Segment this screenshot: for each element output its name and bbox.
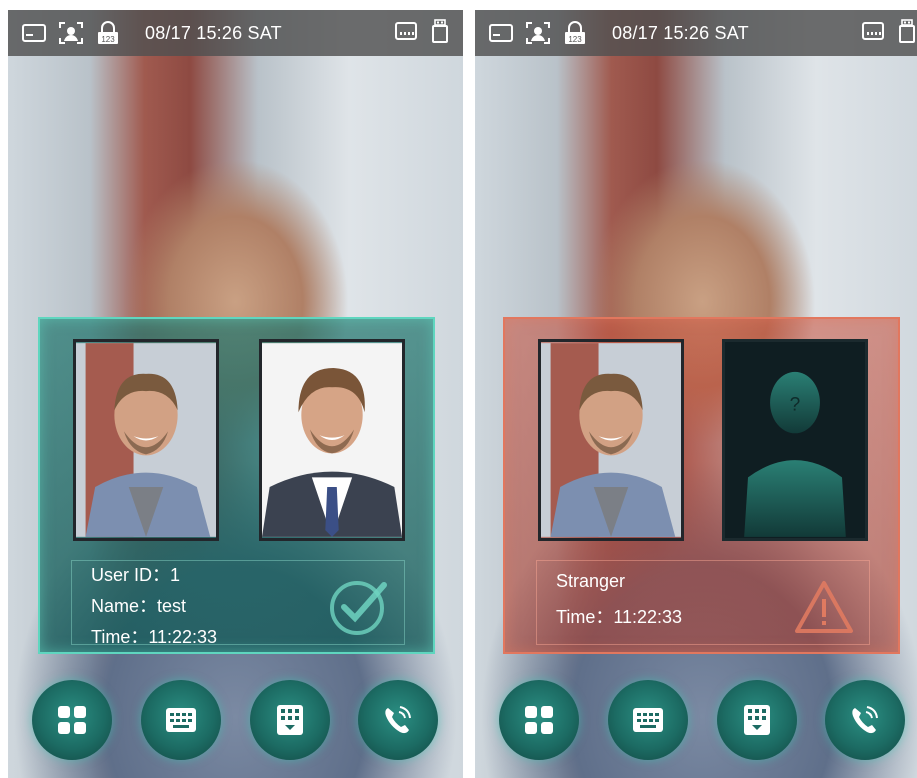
menu-icon bbox=[525, 706, 553, 734]
svg-text:123: 123 bbox=[568, 35, 582, 44]
captured-face-photo bbox=[73, 339, 219, 541]
call-icon bbox=[852, 706, 878, 734]
stranger-label: Stranger bbox=[556, 571, 626, 591]
svg-text:123: 123 bbox=[101, 35, 115, 44]
face-scan-icon bbox=[524, 19, 552, 47]
menu-button[interactable] bbox=[32, 680, 112, 760]
call-button[interactable] bbox=[358, 680, 438, 760]
status-bar: 123 08/17 15:26 SAT bbox=[475, 10, 917, 56]
captured-face-photo bbox=[538, 339, 684, 541]
keypad-button[interactable] bbox=[717, 680, 797, 760]
keyboard-button[interactable] bbox=[608, 680, 688, 760]
stranger-info-box: Stranger Time：11:22:33 bbox=[536, 560, 870, 645]
device-screen-verified: 123 08/17 15:26 SAT User ID：1 Name：test … bbox=[8, 10, 463, 778]
ethernet-icon bbox=[395, 19, 417, 48]
user-id-text: User ID：1 bbox=[91, 565, 181, 585]
registered-face-photo bbox=[259, 339, 405, 541]
usb-icon bbox=[896, 18, 917, 48]
keypad-button[interactable] bbox=[250, 680, 330, 760]
warning-triangle-icon bbox=[793, 575, 855, 637]
bottom-action-bar bbox=[8, 680, 463, 762]
keyboard-icon bbox=[633, 708, 663, 732]
card-icon bbox=[20, 19, 48, 47]
face-scan-icon bbox=[57, 19, 85, 47]
device-screen-stranger: 123 08/17 15:26 SAT ? Stranger Time：11:2… bbox=[475, 10, 917, 778]
verification-info-box: User ID：1 Name：test Time：11:22:33 bbox=[71, 560, 405, 647]
verify-time-text: Time：11:22:33 bbox=[91, 627, 218, 647]
detect-time-text: Time：11:22:33 bbox=[556, 607, 683, 627]
stranger-alert-panel: ? Stranger Time：11:22:33 bbox=[503, 317, 900, 654]
svg-text:?: ? bbox=[790, 394, 801, 415]
card-icon bbox=[487, 19, 515, 47]
keyboard-button[interactable] bbox=[141, 680, 221, 760]
status-bar: 123 08/17 15:26 SAT bbox=[8, 10, 463, 56]
usb-icon bbox=[429, 18, 451, 48]
status-datetime: 08/17 15:26 SAT bbox=[612, 22, 749, 43]
call-button[interactable] bbox=[825, 680, 905, 760]
password-lock-icon: 123 bbox=[94, 19, 122, 47]
bottom-action-bar bbox=[475, 680, 917, 762]
unknown-person-silhouette: ? bbox=[722, 339, 868, 541]
verification-result-panel: User ID：1 Name：test Time：11:22:33 bbox=[38, 317, 435, 654]
ethernet-icon bbox=[862, 19, 884, 48]
menu-button[interactable] bbox=[499, 680, 579, 760]
check-circle-icon bbox=[328, 575, 390, 637]
call-icon bbox=[385, 706, 411, 734]
status-datetime: 08/17 15:26 SAT bbox=[145, 22, 282, 43]
menu-icon bbox=[58, 706, 86, 734]
user-name-text: Name：test bbox=[91, 596, 187, 616]
keyboard-icon bbox=[166, 708, 196, 732]
keypad-icon bbox=[277, 705, 303, 735]
password-lock-icon: 123 bbox=[561, 19, 589, 47]
keypad-icon bbox=[744, 705, 770, 735]
